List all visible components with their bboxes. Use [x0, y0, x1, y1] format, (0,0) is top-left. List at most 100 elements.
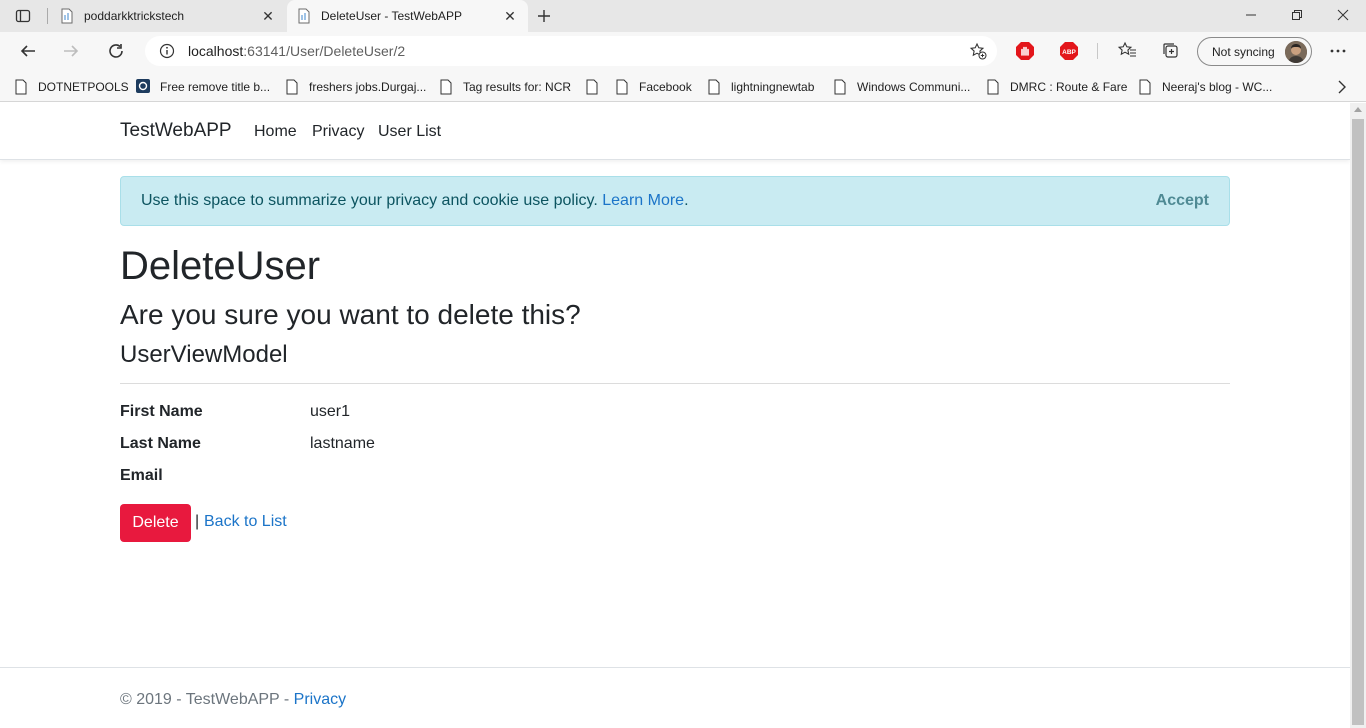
- collections-icon[interactable]: [1161, 41, 1181, 61]
- cookie-period: .: [684, 192, 689, 209]
- profile-button[interactable]: Not syncing: [1197, 37, 1312, 66]
- bookmark-item[interactable]: Windows Communi...: [833, 76, 970, 98]
- page-icon: [707, 79, 721, 95]
- back-to-list-link[interactable]: Back to List: [204, 513, 287, 531]
- site-brand[interactable]: TestWebAPP: [120, 120, 232, 142]
- close-tab-icon[interactable]: ✕: [498, 4, 522, 28]
- delete-button[interactable]: Delete: [120, 504, 191, 542]
- browser-toolbar: localhost:63141/User/DeleteUser/2 ABP No…: [0, 32, 1366, 71]
- bookmark-label: Tag results for: NCR: [463, 80, 572, 94]
- cookie-message-text: Use this space to summarize your privacy…: [141, 192, 598, 209]
- field-value: lastname: [310, 435, 375, 452]
- field-label: Email: [120, 467, 163, 484]
- chevron-right-icon[interactable]: [1332, 77, 1352, 97]
- link-separator: |: [195, 513, 200, 530]
- page-icon: [986, 79, 1000, 95]
- nav-link-privacy[interactable]: Privacy: [312, 123, 364, 141]
- info-icon[interactable]: [159, 43, 175, 59]
- footer-privacy-link[interactable]: Privacy: [294, 691, 346, 708]
- bookmark-label: lightningnewtab: [731, 80, 815, 94]
- tab-poddarkktrickstech[interactable]: poddarkktrickstech ✕: [50, 0, 286, 32]
- field-label: Last Name: [120, 435, 201, 452]
- tab-title: poddarkktrickstech: [84, 9, 185, 23]
- restore-icon[interactable]: [1274, 0, 1320, 30]
- bookmark-item[interactable]: Free remove title b...: [136, 76, 270, 98]
- back-arrow-icon[interactable]: [13, 36, 43, 66]
- tab-separator: [47, 8, 48, 24]
- vertical-scrollbar[interactable]: [1350, 103, 1366, 728]
- bookmark-item[interactable]: [585, 76, 609, 98]
- profile-label: Not syncing: [1212, 44, 1275, 59]
- bookmark-label: Facebook: [639, 80, 692, 94]
- favorites-icon[interactable]: [1117, 41, 1137, 61]
- bookmark-item[interactable]: DOTNETPOOLS: [14, 76, 129, 98]
- accept-button[interactable]: Accept: [1156, 192, 1209, 210]
- page-icon: [1138, 79, 1152, 95]
- bookmark-item[interactable]: lightningnewtab: [707, 76, 814, 98]
- new-tab-icon[interactable]: [532, 4, 556, 28]
- site-footer: © 2019 - TestWebAPP - Privacy: [0, 667, 1350, 728]
- url-text: localhost:63141/User/DeleteUser/2: [188, 43, 405, 59]
- model-heading: UserViewModel: [120, 341, 288, 368]
- bookmark-site-icon: [136, 79, 150, 95]
- refresh-icon[interactable]: [101, 36, 131, 66]
- cookie-consent-alert: Use this space to summarize your privacy…: [120, 176, 1230, 226]
- page-icon: [585, 79, 599, 95]
- tab-deleteuser[interactable]: DeleteUser - TestWebAPP ✕: [287, 0, 528, 32]
- url-host: localhost: [188, 43, 244, 59]
- cookie-message: Use this space to summarize your privacy…: [141, 192, 689, 210]
- close-window-icon[interactable]: [1320, 0, 1366, 30]
- page-icon: [14, 79, 28, 95]
- add-favorite-icon[interactable]: [969, 42, 987, 60]
- forward-arrow-icon[interactable]: [56, 36, 86, 66]
- page-icon: [60, 8, 74, 24]
- tab-strip: poddarkktrickstech ✕ DeleteUser - TestWe…: [0, 0, 1366, 32]
- field-label: First Name: [120, 403, 203, 420]
- bookmark-item[interactable]: freshers jobs.Durgaj...: [285, 76, 426, 98]
- bookmark-label: Neeraj's blog - WC...: [1162, 80, 1273, 94]
- toolbar-separator: [1097, 43, 1098, 59]
- nav-link-home[interactable]: Home: [254, 123, 297, 141]
- bookmark-item[interactable]: Facebook: [615, 76, 692, 98]
- bookmark-label: DOTNETPOOLS: [38, 80, 129, 94]
- bookmarks-bar: DOTNETPOOLS Free remove title b... fresh…: [0, 71, 1366, 102]
- bookmark-label: freshers jobs.Durgaj...: [309, 80, 427, 94]
- bookmark-label: DMRC : Route & Fare: [1010, 80, 1128, 94]
- page-title: DeleteUser: [120, 244, 321, 288]
- learn-more-link[interactable]: Learn More: [602, 192, 684, 209]
- bookmark-label: Free remove title b...: [160, 80, 271, 94]
- scroll-up-arrow-icon[interactable]: [1354, 107, 1362, 112]
- bookmark-item[interactable]: DMRC : Route & Fare: [986, 76, 1127, 98]
- bookmark-item[interactable]: Tag results for: NCR: [439, 76, 571, 98]
- bookmark-label: Windows Communi...: [857, 80, 971, 94]
- more-options-icon[interactable]: [1324, 37, 1352, 65]
- copyright-text: © 2019 - TestWebAPP -: [120, 691, 294, 708]
- page-icon: [285, 79, 299, 95]
- field-row-email: Email: [120, 467, 720, 491]
- delete-confirm-heading: Are you sure you want to delete this?: [120, 299, 581, 330]
- stop-hand-extension-icon[interactable]: [1015, 41, 1035, 61]
- scrollbar-thumb[interactable]: [1352, 119, 1364, 725]
- page-viewport: TestWebAPP Home Privacy User List Use th…: [0, 103, 1350, 728]
- avatar: [1285, 40, 1307, 63]
- bookmark-item[interactable]: Neeraj's blog - WC...: [1138, 76, 1272, 98]
- page-icon: [833, 79, 847, 95]
- url-path: :63141/User/DeleteUser/2: [243, 43, 406, 59]
- field-row-last-name: Last Name lastname: [120, 435, 720, 459]
- site-navbar: TestWebAPP Home Privacy User List: [0, 103, 1350, 160]
- footer-text: © 2019 - TestWebAPP - Privacy: [120, 691, 346, 709]
- tab-title: DeleteUser - TestWebAPP: [321, 9, 462, 23]
- adblock-plus-icon[interactable]: ABP: [1059, 41, 1079, 61]
- divider: [120, 383, 1230, 384]
- field-value: user1: [310, 403, 351, 420]
- tab-actions-icon[interactable]: [8, 4, 38, 28]
- address-bar[interactable]: localhost:63141/User/DeleteUser/2: [145, 36, 997, 66]
- page-icon: [615, 79, 629, 95]
- page-icon: [439, 79, 453, 95]
- close-tab-icon[interactable]: ✕: [256, 4, 280, 28]
- page-icon: [297, 8, 311, 24]
- nav-link-user-list[interactable]: User List: [378, 123, 441, 141]
- minimize-icon[interactable]: [1228, 0, 1274, 30]
- field-row-first-name: First Name user1: [120, 403, 720, 427]
- adblock-label: ABP: [1062, 49, 1076, 56]
